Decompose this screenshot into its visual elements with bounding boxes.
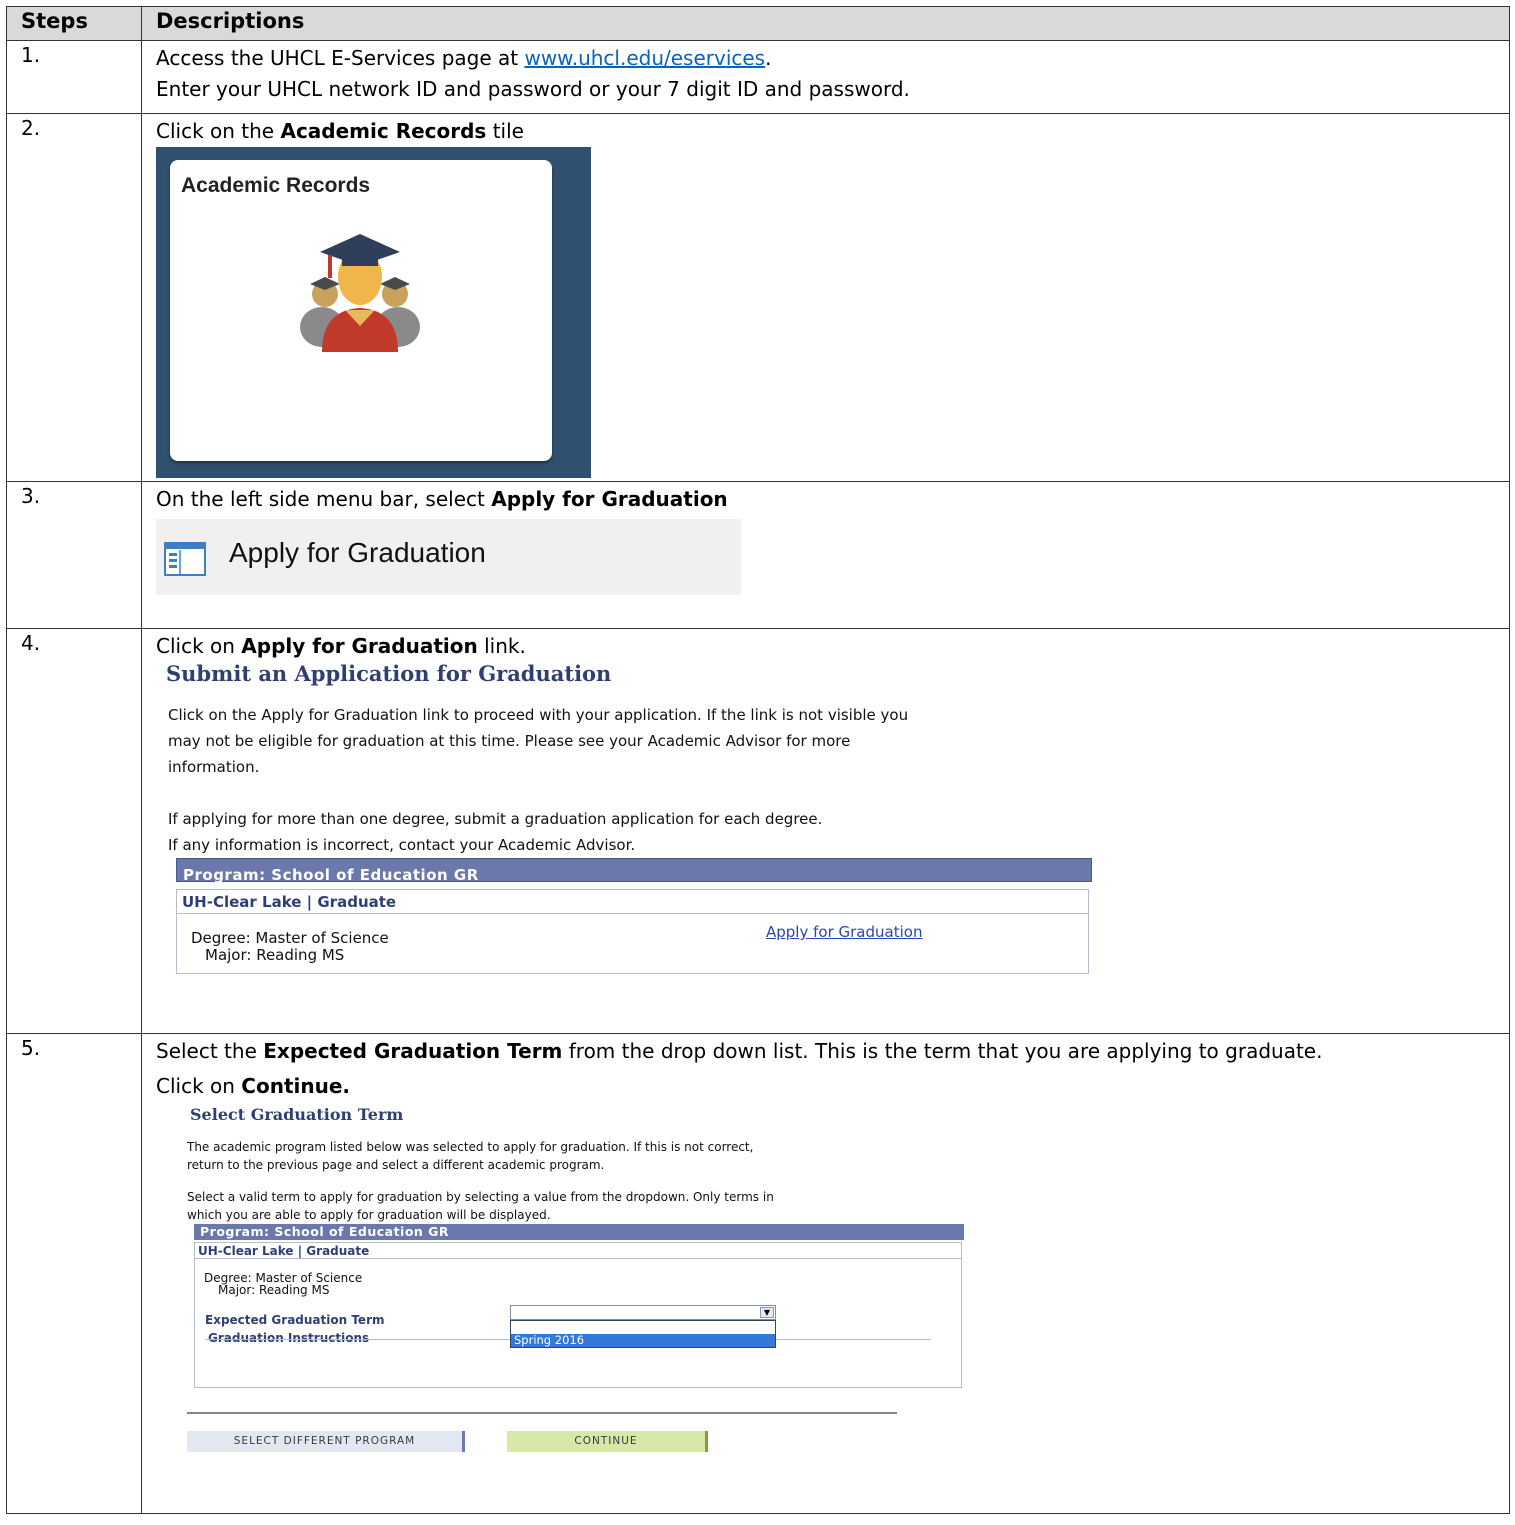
program-header: Program: School of Education GR xyxy=(194,1224,964,1240)
institution-label: UH-Clear Lake | Graduate xyxy=(195,1243,961,1259)
step-row-5: 5. Select the Expected Graduation Term f… xyxy=(6,1033,1510,1514)
step-row-2: 2. Click on the Academic Records tile Ac… xyxy=(6,113,1510,482)
degree-info: Degree: Master of Science Major: Reading… xyxy=(191,929,389,964)
divider xyxy=(187,1412,897,1414)
instructions-text: If applying for more than one degree, su… xyxy=(168,810,823,854)
instructions-table: Steps Descriptions 1. Access the UHCL E-… xyxy=(6,6,1510,1514)
step-number: 4. xyxy=(6,628,142,1034)
institution-label: UH-Clear Lake | Graduate xyxy=(177,890,1088,914)
graduates-icon xyxy=(300,234,420,352)
academic-records-tile[interactable]: Academic Records xyxy=(170,160,552,461)
page-icon xyxy=(164,542,206,576)
step-row-3: 3. On the left side menu bar, select App… xyxy=(6,481,1510,629)
instructions-text: Select a valid term to apply for graduat… xyxy=(187,1190,774,1222)
step-description: Select the Expected Graduation Term from… xyxy=(141,1033,1510,1514)
step-number: 2. xyxy=(6,113,142,482)
program-header: Program: School of Education GR xyxy=(176,858,1092,884)
step-description: Click on the Academic Records tile Acade… xyxy=(141,113,1510,482)
instructions-text: The academic program listed below was se… xyxy=(187,1140,754,1172)
chevron-down-icon[interactable]: ▼ xyxy=(760,1307,774,1318)
instructions-text: Click on the Apply for Graduation link t… xyxy=(168,706,909,776)
page-title: Select Graduation Term xyxy=(190,1105,404,1124)
program-box: UH-Clear Lake | Graduate Degree: Master … xyxy=(194,1242,962,1388)
header-row: Steps Descriptions xyxy=(6,6,1510,41)
button-row: Select Different Program Continue xyxy=(156,1431,1509,1463)
expected-term-dropdown[interactable]: ▼ xyxy=(510,1305,776,1320)
continue-button[interactable]: Continue xyxy=(507,1431,708,1452)
step-description: Access the UHCL E-Services page at www.u… xyxy=(141,40,1510,114)
step-row-4: 4. Click on Apply for Graduation link. S… xyxy=(6,628,1510,1034)
page-title: Submit an Application for Graduation xyxy=(166,661,612,686)
academic-records-tile-screenshot: Academic Records xyxy=(156,147,591,478)
step-description: On the left side menu bar, select Apply … xyxy=(141,481,1510,629)
apply-for-graduation-link[interactable]: Apply for Graduation xyxy=(766,917,922,948)
step-description: Click on Apply for Graduation link. Subm… xyxy=(141,628,1510,1034)
step-row-1: 1. Access the UHCL E-Services page at ww… xyxy=(6,40,1510,114)
eservices-link[interactable]: www.uhcl.edu/eservices xyxy=(524,46,765,70)
degree-info: Degree: Master of Science Major: Reading… xyxy=(204,1271,363,1297)
select-different-program-button[interactable]: Select Different Program xyxy=(187,1431,465,1452)
program-box: UH-Clear Lake | Graduate Degree: Master … xyxy=(176,889,1089,974)
steps-header: Steps xyxy=(6,6,142,41)
dropdown-list: Spring 2016 xyxy=(510,1320,776,1348)
menu-item-label: Apply for Graduation xyxy=(229,537,486,568)
descriptions-header: Descriptions xyxy=(141,6,1510,41)
step-number: 1. xyxy=(6,40,142,114)
step-number: 3. xyxy=(6,481,142,629)
dropdown-option-spring-2016[interactable]: Spring 2016 xyxy=(511,1334,775,1347)
step-number: 5. xyxy=(6,1033,142,1514)
apply-for-graduation-menu-item[interactable]: Apply for Graduation xyxy=(156,519,741,595)
tile-title: Academic Records xyxy=(181,174,371,197)
